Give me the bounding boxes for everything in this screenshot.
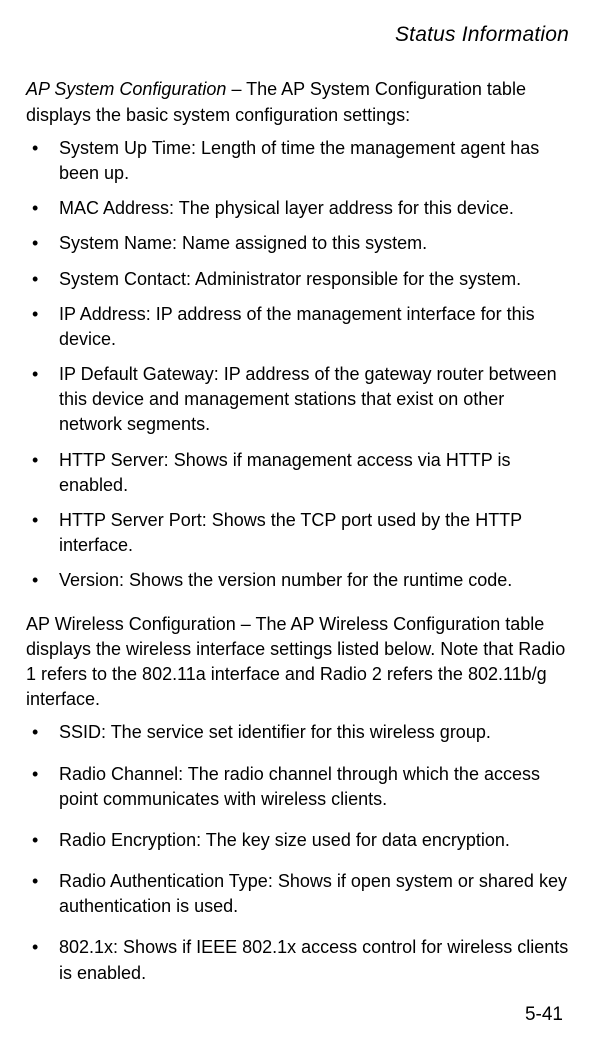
list-item: IP Default Gateway: IP address of the ga…: [26, 362, 569, 438]
list-item: System Up Time: Length of time the manag…: [26, 136, 569, 186]
list-item: HTTP Server: Shows if management access …: [26, 448, 569, 498]
list-item: Radio Encryption: The key size used for …: [26, 828, 569, 853]
list-item: Radio Authentication Type: Shows if open…: [26, 869, 569, 919]
list-item: HTTP Server Port: Shows the TCP port use…: [26, 508, 569, 558]
section1-lead: AP System Configuration: [26, 79, 226, 99]
page-number: 5-41: [525, 1002, 563, 1029]
list-item: IP Address: IP address of the management…: [26, 302, 569, 352]
list-item: 802.1x: Shows if IEEE 802.1x access cont…: [26, 935, 569, 985]
list-item: Radio Channel: The radio channel through…: [26, 762, 569, 812]
list-item: SSID: The service set identifier for thi…: [26, 720, 569, 745]
list-item: Version: Shows the version number for th…: [26, 568, 569, 593]
section2-list: SSID: The service set identifier for thi…: [26, 720, 569, 986]
section1-list: System Up Time: Length of time the manag…: [26, 136, 569, 594]
page-header: Status Information: [26, 20, 569, 49]
list-item: System Name: Name assigned to this syste…: [26, 231, 569, 256]
section1-intro: AP System Configuration – The AP System …: [26, 77, 569, 127]
section2-intro: AP Wireless Configuration – The AP Wirel…: [26, 612, 569, 713]
list-item: MAC Address: The physical layer address …: [26, 196, 569, 221]
list-item: System Contact: Administrator responsibl…: [26, 267, 569, 292]
